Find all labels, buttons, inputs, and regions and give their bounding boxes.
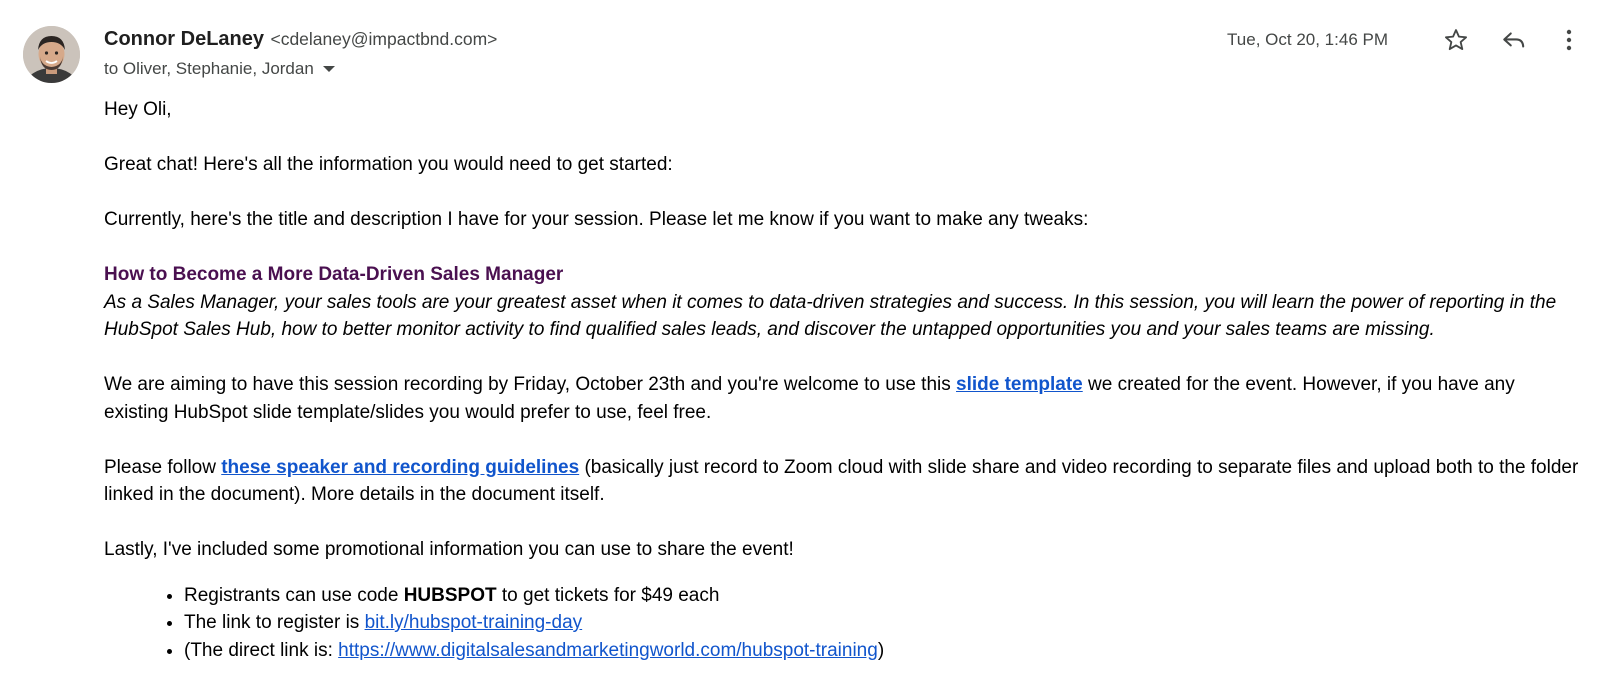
recipients-toggle[interactable]: to Oliver, Stephanie, Jordan	[104, 59, 335, 79]
promo-intro: Lastly, I've included some promotional i…	[104, 539, 794, 560]
caret-down-icon[interactable]	[322, 66, 335, 72]
more-options-button[interactable]	[1553, 22, 1585, 58]
register-text: The link to register is	[184, 612, 365, 633]
list-item: (The direct link is: https://www.digital…	[184, 637, 1580, 665]
intro-paragraph: Great chat! Here's all the information y…	[104, 154, 673, 175]
register-link[interactable]: bit.ly/hubspot-training-day	[365, 612, 583, 633]
recording-paragraph: We are aiming to have this session recor…	[104, 371, 1580, 426]
session-description: As a Sales Manager, your sales tools are…	[104, 291, 1557, 341]
star-button[interactable]	[1438, 22, 1474, 58]
reply-button[interactable]	[1496, 22, 1532, 58]
recipients-label: to Oliver, Stephanie, Jordan	[104, 59, 314, 78]
star-icon	[1445, 29, 1467, 51]
reply-icon	[1503, 32, 1525, 48]
guidelines-paragraph: Please follow these speaker and recordin…	[104, 454, 1580, 509]
list-item: The link to register is bit.ly/hubspot-t…	[184, 609, 1580, 637]
guidelines-link[interactable]: these speaker and recording guidelines	[221, 457, 579, 478]
follow-text-pre: Please follow	[104, 456, 222, 478]
sender-avatar[interactable]	[23, 26, 80, 83]
promo-code-text-post: to get tickets for $49 each	[496, 584, 720, 606]
direct-link[interactable]: https://www.digitalsalesandmarketingworl…	[338, 640, 878, 661]
list-item: Registrants can use code HUBSPOT to get …	[184, 582, 1580, 610]
email-body: Hey Oli, Great chat! Here's all the info…	[104, 96, 1580, 664]
direct-link-text-post: )	[877, 639, 885, 661]
recording-text-pre: We are aiming to have this session recor…	[104, 374, 957, 395]
promo-code-text-pre: Registrants can use code	[184, 584, 404, 606]
sender-name[interactable]: Connor DeLaney	[104, 28, 264, 50]
email-date: Tue, Oct 20, 1:46 PM	[1227, 30, 1388, 49]
more-vert-icon	[1566, 29, 1572, 51]
direct-link-text-pre: (The direct link is:	[184, 639, 339, 661]
sender-email: <cdelaney@impactbnd.com>	[270, 29, 498, 49]
greeting: Hey Oli,	[104, 99, 172, 120]
session-title: How to Become a More Data-Driven Sales M…	[104, 264, 564, 285]
promo-list: Registrants can use code HUBSPOT to get …	[104, 582, 1580, 665]
slide-template-link[interactable]: slide template	[956, 374, 1083, 395]
promo-code: HUBSPOT	[403, 584, 497, 606]
sender-line: Connor DeLaney <cdelaney@impactbnd.com>	[104, 28, 497, 51]
session-intro-paragraph: Currently, here's the title and descript…	[104, 209, 1089, 230]
